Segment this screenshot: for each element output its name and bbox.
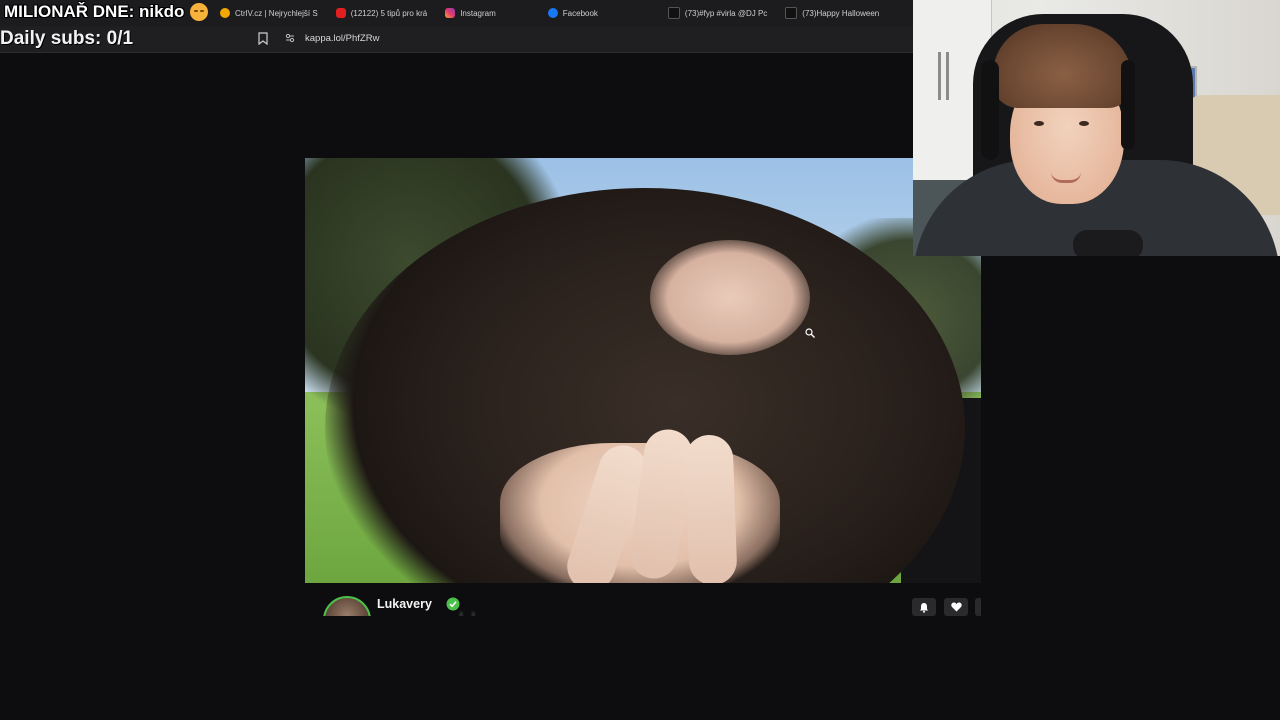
post-image[interactable] [305, 158, 981, 583]
post-footer: Lukavery [...] [305, 590, 981, 616]
bookmark-youtube[interactable]: (12122) 5 tipů pro krá [335, 8, 428, 18]
webcam-door-handle [938, 52, 941, 100]
bookmark-label: (12122) 5 tipů pro krá [350, 8, 428, 18]
microphone-icon [1073, 230, 1143, 256]
overlay-daily-subs: Daily subs: 0/1 [0, 28, 134, 49]
headset-icon [1121, 60, 1135, 150]
bookmark-tiktok-fyp[interactable]: (73)#fyp #virla @DJ Pc [667, 7, 768, 19]
instagram-icon [445, 8, 456, 18]
tiktok-icon [667, 7, 680, 19]
bookmark-label: CtrlV.cz | Nejrychlejší S [235, 8, 318, 18]
zoom-cursor-icon [805, 328, 815, 338]
bookmark-label: Facebook [562, 8, 598, 18]
tiktok-icon [785, 7, 798, 19]
facebook-icon [547, 8, 558, 18]
bookmark-label: Instagram [460, 8, 496, 18]
avatar[interactable] [323, 596, 371, 616]
webcam-eye [1034, 121, 1044, 126]
site-info-icon[interactable] [285, 33, 295, 43]
screen: CtrlV.cz | Nejrychlejší S (12122) 5 tipů… [0, 0, 1280, 720]
bookmark-ctrlv[interactable]: CtrlV.cz | Nejrychlejší S [220, 8, 318, 18]
heart-icon [950, 602, 962, 612]
bookmark-icon[interactable] [258, 32, 268, 45]
bell-icon [920, 602, 928, 613]
ctrlv-icon [220, 8, 230, 18]
bookmark-facebook[interactable]: Facebook [547, 8, 598, 18]
webcam-overlay [913, 0, 1280, 256]
webcam-eye [1079, 121, 1089, 126]
image-fingers [545, 426, 785, 583]
headset-icon [981, 60, 999, 160]
bookmark-label: (73)Happy Halloween [802, 8, 880, 18]
image-bald-spot [650, 240, 810, 355]
notification-button[interactable] [912, 598, 936, 616]
overlay-title-text: MILIONAŘ DNE: nikdo [4, 2, 185, 21]
overlay-millionaire-title: MILIONAŘ DNE: nikdo [4, 2, 209, 22]
post-caption: [...] [460, 611, 476, 616]
bookmark-label: (73)#fyp #virla @DJ Pc [684, 8, 768, 18]
pensive-face-icon [190, 3, 209, 21]
username[interactable]: Lukavery [377, 597, 432, 611]
verified-icon [446, 597, 460, 611]
youtube-icon [335, 8, 346, 18]
url-field[interactable]: kappa.lol/PhfZRw [305, 33, 379, 44]
bookmark-tiktok-halloween[interactable]: (73)Happy Halloween [785, 7, 879, 19]
more-button[interactable] [975, 598, 981, 616]
like-button[interactable] [944, 598, 968, 616]
address-bar: kappa.lol/PhfZRw [0, 26, 913, 53]
bookmark-instagram[interactable]: Instagram [445, 8, 496, 18]
webcam-door-handle [946, 52, 949, 100]
